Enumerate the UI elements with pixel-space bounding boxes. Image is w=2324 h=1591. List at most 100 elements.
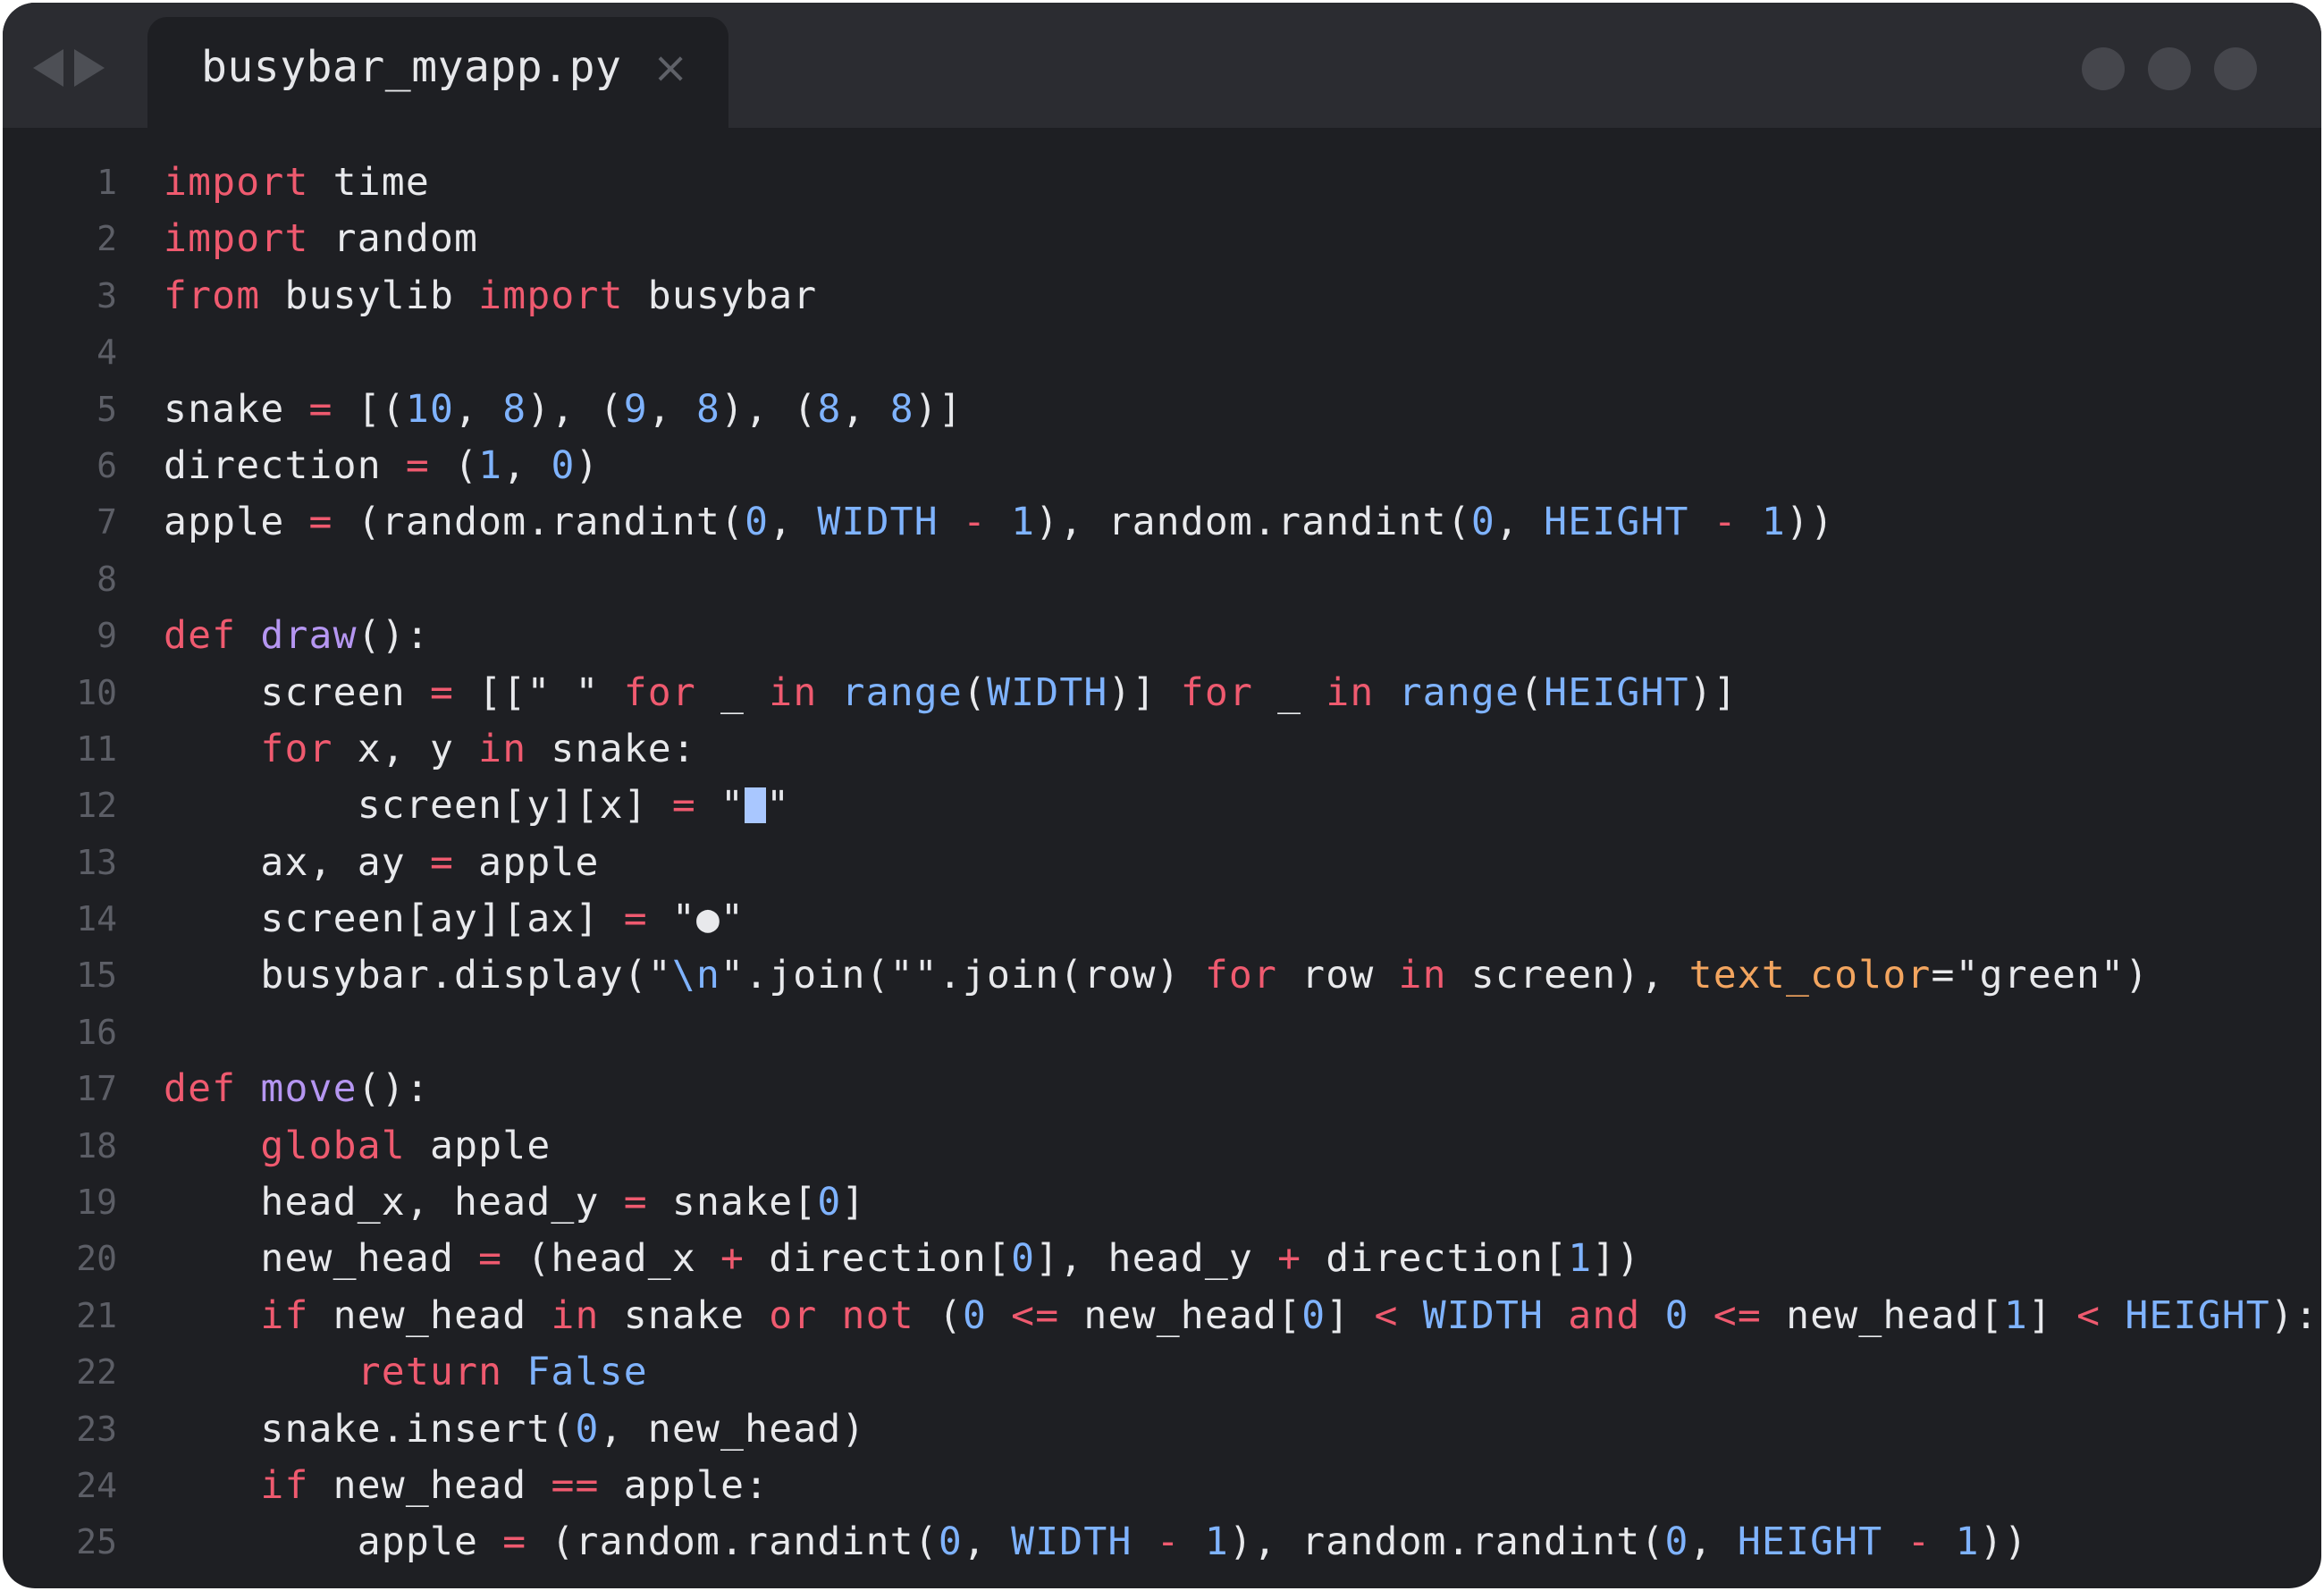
code-text: if new_head in snake or not (0 <= new_he… [164, 1288, 2319, 1344]
code-line[interactable]: 14 screen[ay][ax] = "●" [3, 891, 2321, 947]
code-token: snake [164, 386, 309, 432]
code-text: snake = [(10, 8), (9, 8), (8, 8)] [164, 382, 963, 438]
title-bar: busybar_myapp.py × [3, 3, 2321, 128]
code-token: 0 [1470, 500, 1495, 545]
line-number: 7 [97, 502, 117, 543]
code-line[interactable]: 20 new_head = (head_x + direction[0], he… [3, 1231, 2321, 1287]
line-number: 10 [76, 672, 117, 712]
code-token: = [623, 897, 648, 942]
code-token: x, y [333, 726, 479, 771]
code-token: 1 [2003, 1292, 2028, 1338]
line-number: 18 [76, 1125, 117, 1166]
code-token: ), ( [526, 386, 624, 432]
code-line[interactable]: 12 screen[y][x] = " " [3, 778, 2321, 834]
code-token: 8 [696, 386, 721, 432]
line-number: 20 [76, 1239, 117, 1279]
code-token: <= [1713, 1292, 1762, 1338]
code-line[interactable]: 3 from busylib import busybar [3, 268, 2321, 324]
code-line[interactable]: 10 screen = [[" " for _ in range(WIDTH)]… [3, 665, 2321, 721]
code-token: - [962, 500, 988, 545]
code-token: ( [1520, 669, 1545, 715]
window-controls [2082, 47, 2257, 90]
code-token: (random.randint( [333, 500, 745, 545]
code-line[interactable]: 15 busybar.display("\n".join("".join(row… [3, 947, 2321, 1004]
code-token: busylib [260, 273, 479, 318]
code-token: new_head [308, 1292, 552, 1338]
history-nav [33, 49, 105, 87]
code-line[interactable]: 9 def draw(): [3, 608, 2321, 664]
code-token: [[" " [454, 669, 624, 715]
line-number: 15 [76, 955, 117, 996]
window-control-dot[interactable] [2214, 47, 2257, 90]
code-editor[interactable]: 1 import time 2 import random 3 from busylib … [3, 155, 2321, 1571]
code-line[interactable]: 22 return False [3, 1344, 2321, 1401]
code-token: ), ( [720, 386, 818, 432]
code-line[interactable]: 19 head_x, head_y = snake[0] [3, 1174, 2321, 1231]
window-control-dot[interactable] [2148, 47, 2191, 90]
code-line[interactable]: 21 if new_head in snake or not (0 <= new… [3, 1288, 2321, 1344]
code-token: == [551, 1462, 600, 1508]
code-line[interactable]: 6 direction = (1, 0) [3, 438, 2321, 494]
code-token: apple [454, 839, 600, 885]
code-token: )) [1786, 500, 1835, 545]
code-line[interactable]: 7 apple = (random.randint(0, WIDTH - 1), … [3, 494, 2321, 551]
code-token: 8 [817, 386, 842, 432]
code-token: in [1326, 669, 1375, 715]
code-text: from busylib import busybar [164, 268, 817, 324]
code-token: snake [599, 1292, 770, 1338]
code-line[interactable]: 2 import random [3, 211, 2321, 267]
code-token: = [429, 669, 455, 715]
line-number: 23 [76, 1409, 117, 1449]
code-line[interactable]: 8 [3, 551, 2321, 608]
code-token: 0 [1664, 1292, 1689, 1338]
code-token: 0 [1301, 1292, 1326, 1338]
code-line[interactable]: 5 snake = [(10, 8), (9, 8), (8, 8)] [3, 382, 2321, 438]
window-control-dot[interactable] [2082, 47, 2125, 90]
code-line[interactable]: 23 snake.insert(0, new_head) [3, 1402, 2321, 1458]
code-line[interactable]: 13 ax, ay = apple [3, 835, 2321, 891]
code-line[interactable]: 1 import time [3, 155, 2321, 211]
line-number: 9 [97, 616, 117, 656]
close-icon[interactable]: × [653, 43, 688, 93]
code-token: and [1568, 1292, 1641, 1338]
code-line[interactable]: 16 [3, 1005, 2321, 1061]
forward-arrow-icon[interactable] [74, 49, 105, 87]
code-token: direction[ [1301, 1236, 1569, 1282]
code-text: screen[ay][ax] = "●" [164, 891, 745, 947]
code-token: apple [405, 1123, 552, 1168]
code-token: _ [695, 669, 770, 715]
code-line[interactable]: 4 [3, 324, 2321, 381]
code-token: for [1180, 669, 1254, 715]
code-token: screen[ay][ax] [164, 897, 624, 942]
line-number: 13 [76, 842, 117, 882]
code-text: apple = (random.randint(0, WIDTH - 1), r… [164, 494, 1834, 551]
back-arrow-icon[interactable] [33, 49, 63, 87]
line-number: 11 [76, 728, 117, 769]
code-token: from [164, 273, 261, 318]
code-token: text_color [1688, 953, 1932, 998]
code-token: HEIGHT [1544, 500, 1689, 545]
code-line[interactable]: 24 if new_head == apple: [3, 1458, 2321, 1514]
code-token: " [695, 783, 745, 829]
code-token: ] [2027, 1292, 2077, 1338]
code-token: range [1398, 669, 1520, 715]
code-token: direction [164, 442, 406, 488]
code-text: def draw(): [164, 608, 430, 664]
code-line[interactable]: 18 global apple [3, 1118, 2321, 1174]
code-line[interactable]: 11 for x, y in snake: [3, 721, 2321, 778]
code-line[interactable]: 25 apple = (random.randint(0, WIDTH - 1)… [3, 1514, 2321, 1570]
code-token: 1 [1761, 500, 1787, 545]
code-token: [( [333, 386, 406, 432]
code-line[interactable]: 17 def move(): [3, 1061, 2321, 1117]
code-token: import [164, 216, 309, 262]
file-tab[interactable]: busybar_myapp.py × [147, 17, 728, 128]
